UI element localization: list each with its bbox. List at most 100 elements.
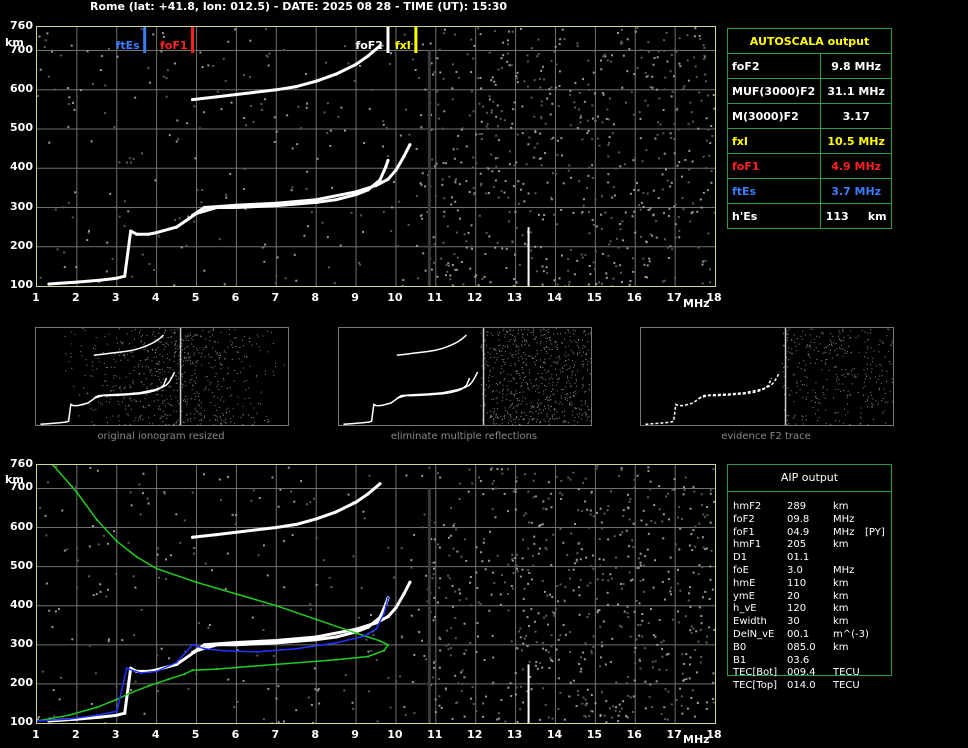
bottom-x-tick: 14 xyxy=(546,728,563,741)
trace-point xyxy=(386,615,390,619)
profile-point xyxy=(125,667,128,670)
aip-unit: TECU xyxy=(833,667,860,679)
trace-series-0 xyxy=(48,159,390,286)
trace-point xyxy=(334,198,338,202)
bottom-x-tick: 13 xyxy=(506,728,523,741)
trace-point xyxy=(314,79,318,83)
autoscala-value: 4.9 MHz xyxy=(820,153,892,179)
trace-point xyxy=(123,274,127,278)
autoscala-param: M(3000)F2 xyxy=(726,103,822,129)
bottom-x-tick: 17 xyxy=(666,728,682,741)
top-x-tick: 8 xyxy=(311,291,319,304)
profile-point xyxy=(382,649,386,652)
autoscala-value: 31.1 MHz xyxy=(820,78,892,104)
aip-title: AIP output xyxy=(728,465,891,492)
aip-row: foF1 04.9 MHz [PY] xyxy=(733,527,888,539)
bottom-ionogram-canvas xyxy=(37,465,715,723)
bottom-x-tick: 8 xyxy=(311,728,319,741)
thumbnail-noise xyxy=(782,328,893,425)
trace-point xyxy=(202,205,207,210)
autoscala-param: fxI xyxy=(726,128,822,154)
thumbnail-f2-trace-caption: evidence F2 trace xyxy=(721,431,811,442)
marker-label-foF2: foF2 xyxy=(355,39,383,52)
profile-point xyxy=(115,698,118,701)
bottom-x-tick: 10 xyxy=(387,728,403,741)
profile-point xyxy=(175,661,178,664)
autoscala-output-table: AUTOSCALA output foF2 9.8 MHz MUF(3000)F2… xyxy=(726,28,892,229)
aip-unit: TECU xyxy=(833,680,860,692)
trace-point xyxy=(314,638,318,642)
trace-point xyxy=(366,492,370,496)
autoscala-param: ftEs xyxy=(726,178,822,204)
profile-point xyxy=(295,647,298,650)
profile-point xyxy=(115,710,118,713)
top-y-tick: 200 xyxy=(10,238,33,252)
thumbnail-trace xyxy=(40,377,168,425)
aip-value: 30 xyxy=(787,616,800,628)
bottom-x-tick: 11 xyxy=(427,728,443,741)
autoscala-row: ftEs 3.7 MHz xyxy=(726,178,892,204)
thumbnail-no-multiples-caption: eliminate multiple reflections xyxy=(390,431,538,442)
top-y-tick: 300 xyxy=(10,199,33,213)
thumbnail-trace xyxy=(396,334,467,356)
interference-streak xyxy=(527,664,530,723)
aip-value: 01.1 xyxy=(787,552,810,564)
aip-param: TEC[Bot] xyxy=(733,667,778,679)
profile-point xyxy=(127,692,130,695)
thumbnail-f2-trace-image xyxy=(645,328,893,425)
profile-point xyxy=(335,658,338,661)
autoscala-param: h'Es xyxy=(726,203,822,229)
trace-point xyxy=(123,711,127,715)
trace-point xyxy=(408,143,412,147)
bottom-x-unit: MHz xyxy=(683,733,710,746)
thumbnail-original xyxy=(35,327,289,426)
aip-row: foE 3.0 MHz xyxy=(733,565,888,577)
thumbnail-f2-trace xyxy=(640,327,894,426)
top-ionogram-canvas: ftEs foF1 foF2 fxI xyxy=(37,27,715,286)
profile-point xyxy=(203,647,206,650)
autoscala-value: 3.7 MHz xyxy=(820,178,892,204)
aip-param: TEC[Top] xyxy=(733,680,778,692)
marker-label-ftEs: ftEs xyxy=(116,39,141,52)
bottom-x-tick: 5 xyxy=(191,728,200,741)
bottom-x-tick: 6 xyxy=(231,728,240,741)
aip-unit: m^(-3) xyxy=(833,629,869,640)
aip-param: foF1 xyxy=(733,526,755,538)
trace-point xyxy=(402,154,406,159)
trace-point xyxy=(190,535,195,539)
aip-row: hmE 110 km xyxy=(733,578,888,590)
marker-label-fxI: fxI xyxy=(395,39,411,52)
trace-point xyxy=(408,580,412,584)
bottom-x-tick: 1 xyxy=(32,728,40,741)
trace-point xyxy=(214,95,219,99)
profile-point xyxy=(115,540,118,543)
aip-value: 09.8 xyxy=(787,513,810,525)
trace-point xyxy=(174,225,179,229)
top-x-tick: 17 xyxy=(666,291,682,304)
trace-point xyxy=(147,232,151,236)
top-y-tick: 600 xyxy=(10,81,33,95)
top-y-tick: 100 xyxy=(10,278,33,291)
bottom-ionogram-plot xyxy=(36,464,716,724)
profile-point xyxy=(215,667,218,671)
trace-point xyxy=(366,54,370,58)
aip-unit: km xyxy=(833,641,849,653)
autoscala-param: MUF(3000)F2 xyxy=(726,78,822,104)
aip-row: h_vE 120 km xyxy=(733,603,888,615)
thumbnail-trace xyxy=(645,377,773,425)
trace-point xyxy=(115,276,119,280)
profile-point xyxy=(135,555,138,558)
trace-point xyxy=(394,606,398,610)
trace-point xyxy=(354,627,358,631)
profile-point xyxy=(195,581,198,584)
aip-row: TEC[Top] 014.0 TECU xyxy=(733,680,888,692)
aip-note: [PY] xyxy=(865,526,885,538)
profile-point xyxy=(386,596,390,600)
profile-point xyxy=(183,673,186,676)
profile-point xyxy=(382,612,386,615)
profile-point xyxy=(147,684,150,687)
trace-point xyxy=(402,592,406,596)
bottom-y-tick: 100 xyxy=(10,715,33,728)
aip-param: DelN_vE xyxy=(733,629,775,640)
thumbnail-streak xyxy=(784,328,787,425)
